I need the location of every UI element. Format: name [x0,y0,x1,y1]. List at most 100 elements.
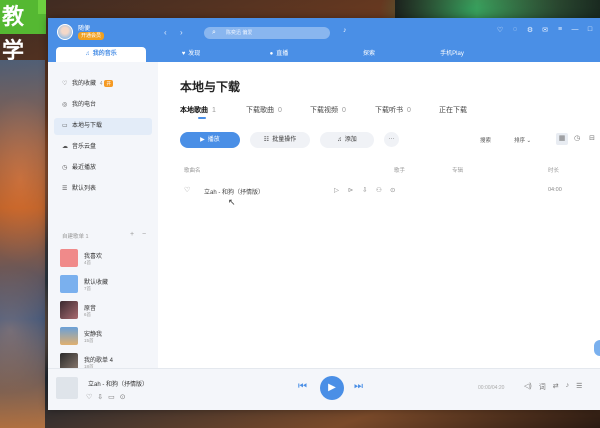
collapse-icon[interactable]: − [142,231,146,238]
play-mode-icon[interactable]: ⇄ [553,382,559,392]
floating-action-button[interactable] [594,340,600,356]
column-header-artist[interactable]: 歌手 [394,166,405,174]
column-header-title[interactable]: 歌曲名 [184,166,201,174]
tab-my-music[interactable]: ♫ 我的音乐 [56,47,146,62]
tab-explore[interactable]: 探索 [334,47,404,62]
like-heart-icon[interactable]: ♡ [86,393,92,401]
play-all-button[interactable]: ▶ 播放 [180,132,240,148]
search-local-button[interactable]: 搜索 [480,136,491,144]
menu-icon[interactable]: ≡ [556,26,564,34]
music-app-window: 随便 开通会员 ‹ › ⌕ 陈奕迅 偏爱 ♪ ♡ ◌ ⚙ ✉ ≡ — □ ♫ 我的… [48,18,600,410]
checklist-icon: ☷ [263,137,270,143]
sort-dropdown[interactable]: 排序 ⌄ [514,136,531,144]
sidebar-item-favorites[interactable]: ♡ 我的收藏 4开 [54,76,152,93]
tab-live[interactable]: ● 直播 [244,47,314,62]
sidebar-item-local-download[interactable]: ▭ 本地与下载 [54,118,152,135]
main-tabs: ♫ 我的音乐 ♥ 发现 ● 直播 探索 手机Play [48,44,600,62]
player-bar: 立ah - 和狗（抒情版） ♡ ⇩ ▭ ⊙ ⏮ ▶ ⏭ 00:00/04:20 … [48,368,600,410]
download-icon[interactable]: ⇩ [362,186,367,194]
subtab-count: 1 [212,107,216,114]
more-button[interactable]: ··· [384,132,399,147]
sidebar-item-default-list[interactable]: ☰ 默认列表 [54,181,152,198]
skin-icon[interactable]: ♡ [496,26,504,34]
heart-icon: ♡ [62,81,68,87]
add-playlist-icon[interactable]: + [130,231,134,238]
download-icon[interactable]: ⇩ [97,393,103,401]
song-title[interactable]: 立ah - 和狗（抒情版） [204,187,264,196]
page-title: 本地与下载 [180,80,241,94]
comment-icon[interactable]: ▭ [108,393,115,401]
maximize-icon[interactable]: □ [586,26,594,34]
playlist-count: 4首 [84,260,92,265]
vip-badge[interactable]: 开通会员 [78,32,105,40]
search-input[interactable]: ⌕ 陈奕迅 偏爱 [204,27,330,39]
refresh-icon[interactable]: ◷ [571,133,583,145]
song-duration: 04:00 [548,187,562,193]
badge-accent [38,0,46,14]
folder-icon[interactable]: ⊟ [586,133,598,145]
playlist-item[interactable]: 默认收藏 7首 [60,274,152,296]
wallpaper-streak [0,60,45,428]
column-header-duration[interactable]: 时长 [548,166,559,174]
next-track-icon[interactable]: ⏭ [354,381,363,392]
playlist-count: 15首 [84,338,94,343]
tab-label: 发现 [188,51,201,57]
back-arrow-icon[interactable]: ‹ [164,28,167,37]
more-options-icon[interactable]: ⊙ [390,186,395,194]
discover-icon: ♥ [181,51,186,57]
batch-operation-button[interactable]: ☷ 批量操作 [250,132,310,148]
list-view-icon[interactable]: ▦ [556,133,568,145]
playlist-item[interactable]: 原音 6首 [60,300,152,322]
now-playing-title[interactable]: 立ah - 和狗（抒情版） [88,379,148,388]
theme-icon[interactable]: ◌ [511,26,519,34]
like-heart-icon[interactable]: ♡ [184,186,190,194]
sidebar-item-recent[interactable]: ◷ 最近播放 [54,160,152,177]
previous-track-icon[interactable]: ⏮ [298,381,307,392]
subtab-downloaded-songs[interactable]: 下载歌曲 0 [246,105,282,115]
lyrics-icon[interactable]: 词 [539,382,546,392]
play-icon[interactable]: ▷ [334,186,339,194]
volume-icon[interactable]: ♪ [566,382,570,392]
sidebar-item-radio[interactable]: ◎ 我的电台 [54,97,152,114]
sound-effects-icon[interactable]: ◁) [524,382,532,392]
share-icon[interactable]: ⚇ [376,186,382,194]
playlist-item[interactable]: 安静我 15首 [60,326,152,348]
minimize-icon[interactable]: — [571,26,579,34]
subtab-local-songs[interactable]: 本地歌曲 1 [180,105,216,115]
add-to-queue-icon[interactable]: ⊳ [348,186,353,194]
subtab-downloaded-videos[interactable]: 下载视频 0 [310,105,346,115]
subtab-count: 0 [278,107,282,114]
forward-arrow-icon[interactable]: › [180,28,183,37]
radio-icon: ◎ [62,102,68,108]
button-label: 播放 [207,137,220,143]
playlist-name: 我喜欢 [84,254,103,260]
subtab-label: 本地歌曲 [180,107,208,114]
computer-icon: ▭ [62,123,68,129]
settings-icon[interactable]: ⚙ [526,26,534,34]
list-icon: ☰ [62,186,68,192]
playlist-cover [60,301,78,319]
now-playing-cover[interactable] [56,377,78,399]
username[interactable]: 随便 [78,23,90,32]
playlist-item[interactable]: 我喜欢 4首 [60,248,152,270]
column-header-album[interactable]: 专辑 [452,166,463,174]
play-icon: ▶ [200,137,205,143]
play-pause-button[interactable]: ▶ [320,376,344,400]
sidebar-item-cloud[interactable]: ☁ 音乐云盘 [54,139,152,156]
subtab-downloading[interactable]: 正在下载 [439,105,467,115]
subtab-label: 下载视频 [310,107,338,114]
subtab-downloaded-audiobooks[interactable]: 下载听书 0 [375,105,411,115]
tab-discover[interactable]: ♥ 发现 [156,47,226,62]
tab-mobile-play[interactable]: 手机Play [412,47,492,62]
playlist-cover [60,275,78,293]
more-options-icon[interactable]: ⊙ [120,393,126,401]
search-icon: ⌕ [212,29,216,36]
user-avatar[interactable] [57,24,73,40]
add-button[interactable]: ♫ 添加 [320,132,374,148]
voice-search-icon[interactable]: ♪ [343,27,347,34]
table-row[interactable]: ♡ 立ah - 和狗（抒情版） ▷ ⊳ ⇩ ⚇ ⊙ 04:00 [158,182,600,200]
playlist-queue-icon[interactable]: ☰ [576,382,582,392]
message-icon[interactable]: ✉ [541,26,549,34]
playback-time: 00:00/04:20 [478,385,505,391]
player-right-controls: ◁) 词 ⇄ ♪ ☰ [524,382,582,392]
